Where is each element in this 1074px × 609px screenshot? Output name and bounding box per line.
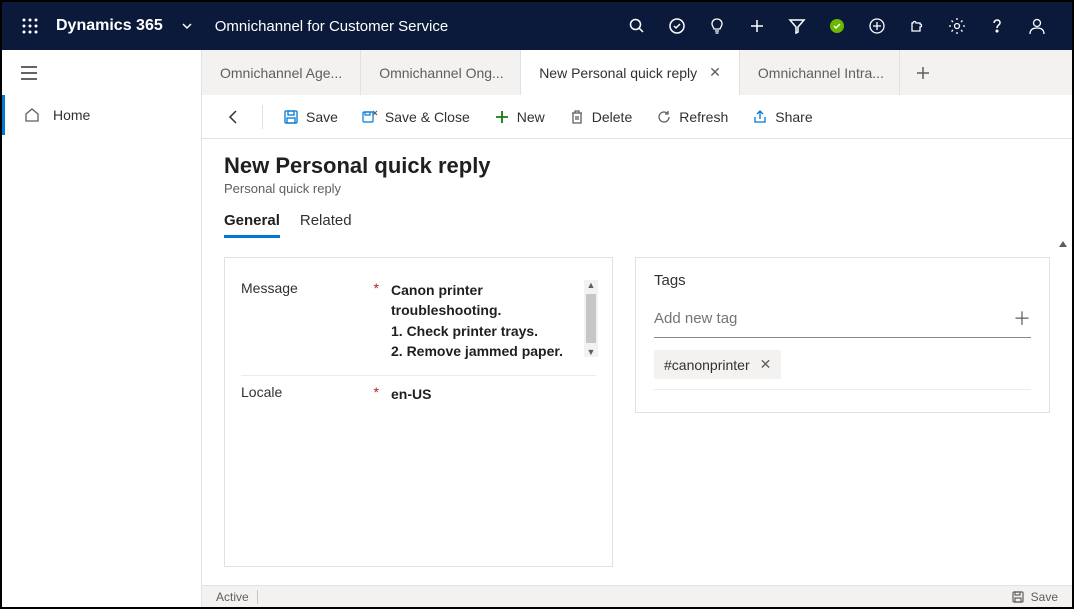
new-tab-button[interactable] bbox=[900, 50, 946, 95]
help-icon[interactable] bbox=[980, 2, 1014, 50]
delete-label: Delete bbox=[592, 109, 632, 125]
tab-active-label: New Personal quick reply bbox=[539, 65, 697, 81]
form-tab-general[interactable]: General bbox=[224, 212, 280, 238]
page-header: New Personal quick reply Personal quick … bbox=[202, 139, 1072, 202]
nav-home-label: Home bbox=[53, 107, 90, 123]
filter-icon[interactable] bbox=[780, 2, 814, 50]
trash-icon bbox=[569, 109, 585, 125]
plus-green-icon bbox=[494, 109, 510, 125]
lightbulb-icon[interactable] bbox=[700, 2, 734, 50]
hamburger-button[interactable] bbox=[2, 50, 201, 95]
required-indicator: * bbox=[374, 384, 379, 400]
module-title: Omnichannel for Customer Service bbox=[203, 18, 448, 35]
session-tabs: Omnichannel Age... Omnichannel Ong... Ne… bbox=[202, 50, 1072, 95]
locale-value[interactable]: en-US bbox=[391, 384, 596, 404]
tag-input[interactable] bbox=[654, 310, 1013, 327]
field-message: Message * Canon printer troubleshooting.… bbox=[241, 272, 596, 376]
add-circle-icon[interactable] bbox=[860, 2, 894, 50]
tab-new-personal-quick-reply[interactable]: New Personal quick reply ✕ bbox=[521, 50, 740, 95]
footer-save-button[interactable]: Save bbox=[1011, 590, 1058, 604]
tag-input-row: ＋ bbox=[654, 301, 1031, 338]
message-label: Message bbox=[241, 280, 298, 296]
refresh-button[interactable]: Refresh bbox=[646, 95, 738, 138]
message-value[interactable]: Canon printer troubleshooting. 1. Check … bbox=[391, 280, 596, 361]
save-close-icon bbox=[362, 109, 378, 125]
save-button[interactable]: Save bbox=[273, 95, 348, 138]
close-icon[interactable]: ✕ bbox=[709, 64, 721, 81]
form-tabs: General Related bbox=[202, 202, 1072, 239]
tab-omnichannel-intraday[interactable]: Omnichannel Intra... bbox=[740, 50, 900, 95]
form-body: Message * Canon printer troubleshooting.… bbox=[202, 239, 1072, 585]
refresh-label: Refresh bbox=[679, 109, 728, 125]
brand-title[interactable]: Dynamics 365 bbox=[48, 17, 171, 35]
share-icon bbox=[752, 109, 768, 125]
required-indicator: * bbox=[374, 280, 379, 296]
refresh-icon bbox=[656, 109, 672, 125]
app-header: Dynamics 365 Omnichannel for Customer Se… bbox=[2, 2, 1072, 50]
content-scroll-up-icon[interactable] bbox=[1058, 239, 1068, 249]
presence-available-icon[interactable] bbox=[820, 2, 854, 50]
page-subtitle: Personal quick reply bbox=[224, 181, 1050, 196]
status-bar: Active Save bbox=[202, 585, 1072, 607]
form-tab-related[interactable]: Related bbox=[300, 212, 352, 238]
gear-icon[interactable] bbox=[940, 2, 974, 50]
tab-omnichannel-ongoing[interactable]: Omnichannel Ong... bbox=[361, 50, 521, 95]
back-button[interactable] bbox=[216, 95, 252, 138]
tags-section-title: Tags bbox=[654, 272, 1031, 289]
message-scrollbar[interactable]: ▲ ▼ bbox=[584, 280, 598, 357]
save-icon bbox=[283, 109, 299, 125]
nav-item-home[interactable]: Home bbox=[2, 95, 201, 135]
save-label: Save bbox=[306, 109, 338, 125]
new-button[interactable]: New bbox=[484, 95, 555, 138]
tag-chip-label: #canonprinter bbox=[664, 357, 750, 373]
share-button[interactable]: Share bbox=[742, 95, 822, 138]
add-tag-icon[interactable]: ＋ bbox=[1013, 305, 1031, 331]
share-label: Share bbox=[775, 109, 812, 125]
save-close-label: Save & Close bbox=[385, 109, 470, 125]
plus-icon[interactable] bbox=[740, 2, 774, 50]
chevron-down-icon[interactable] bbox=[171, 20, 203, 32]
header-action-icons bbox=[620, 2, 1062, 50]
footer-save-label: Save bbox=[1031, 590, 1058, 604]
field-locale: Locale * en-US bbox=[241, 376, 596, 418]
locale-label: Locale bbox=[241, 384, 282, 400]
home-icon bbox=[23, 106, 41, 124]
body-area: Home Omnichannel Age... Omnichannel Ong.… bbox=[2, 50, 1072, 607]
puzzle-icon[interactable] bbox=[900, 2, 934, 50]
new-label: New bbox=[517, 109, 545, 125]
delete-button[interactable]: Delete bbox=[559, 95, 642, 138]
left-navigation: Home bbox=[2, 50, 202, 607]
app-launcher-icon[interactable] bbox=[12, 18, 48, 34]
task-icon[interactable] bbox=[660, 2, 694, 50]
tag-chip[interactable]: #canonprinter ✕ bbox=[654, 350, 781, 379]
main-content: Omnichannel Age... Omnichannel Ong... Ne… bbox=[202, 50, 1072, 607]
tags-panel: Tags ＋ #canonprinter ✕ bbox=[635, 257, 1050, 413]
save-close-button[interactable]: Save & Close bbox=[352, 95, 480, 138]
person-icon[interactable] bbox=[1020, 2, 1054, 50]
remove-tag-icon[interactable]: ✕ bbox=[760, 356, 772, 373]
scroll-up-icon[interactable]: ▲ bbox=[587, 280, 596, 290]
tab-omnichannel-agent[interactable]: Omnichannel Age... bbox=[202, 50, 361, 95]
general-panel: Message * Canon printer troubleshooting.… bbox=[224, 257, 613, 567]
scroll-thumb[interactable] bbox=[586, 294, 596, 343]
page-title: New Personal quick reply bbox=[224, 153, 1050, 179]
scroll-down-icon[interactable]: ▼ bbox=[587, 347, 596, 357]
command-bar: Save Save & Close New Delete Refresh Sha… bbox=[202, 95, 1072, 139]
record-status: Active bbox=[216, 590, 249, 604]
search-icon[interactable] bbox=[620, 2, 654, 50]
